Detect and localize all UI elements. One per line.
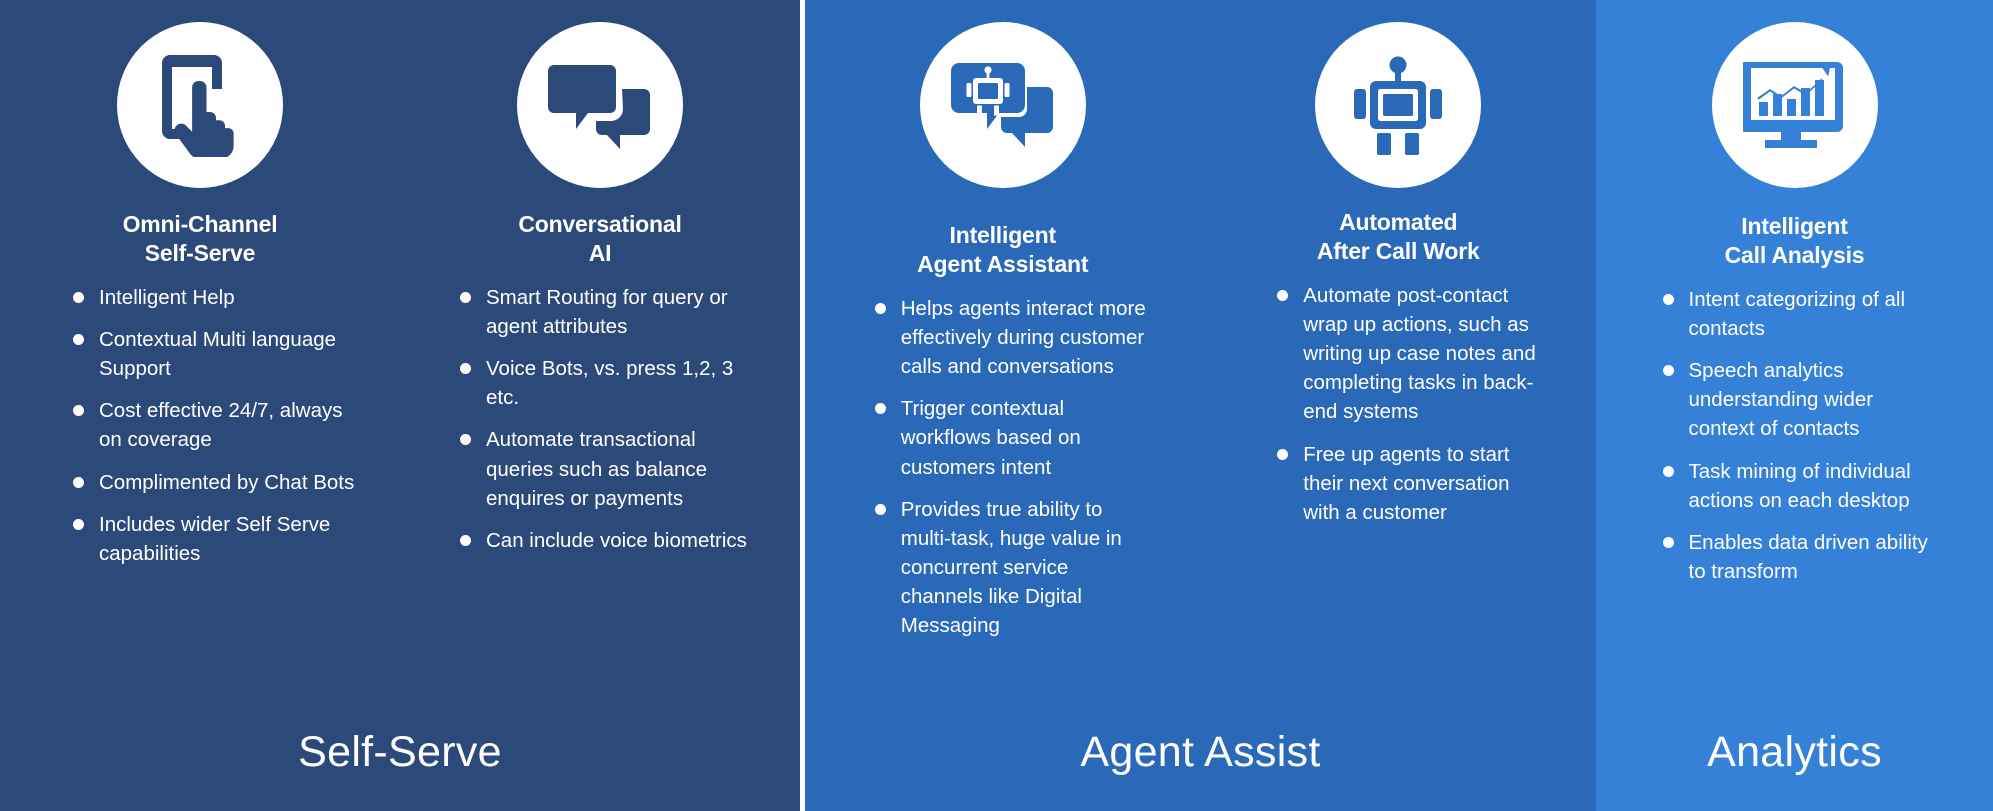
card-title: Automated After Call Work	[1317, 208, 1480, 265]
bullet-text: Complimented by Chat Bots	[99, 470, 355, 494]
list-item: Contextual Multi language Support	[69, 325, 355, 383]
bullet-text: Can include voice biometrics	[486, 528, 747, 552]
section-agent-assist: Intelligent Agent Assistant Helps agents…	[800, 0, 1596, 811]
card-title-line1: Omni-Channel	[122, 211, 278, 237]
section-self-serve-columns: Omni-Channel Self-Serve Intelligent Help…	[0, 0, 800, 654]
bullet-list: Intelligent Help Contextual Multi langua…	[45, 283, 355, 581]
bullet-text: Intelligent Help	[99, 286, 235, 310]
bullet-text: Automate transactional queries such as b…	[486, 428, 708, 510]
card-title-line2: AI	[588, 239, 612, 266]
bullet-text: Cost effective 24/7, always on coverage	[99, 399, 343, 452]
bullet-dot-icon	[1662, 365, 1674, 377]
bullet-text: Smart Routing for query or agent attribu…	[486, 286, 728, 339]
bullet-dot-icon	[874, 503, 886, 515]
section-analytics-columns: Intelligent Call Analysis Intent categor…	[1596, 0, 1993, 664]
robot-chat-bubble-icon	[919, 22, 1086, 188]
card-title-line2: After Call Work	[1316, 237, 1480, 264]
card-title-line1: Automated	[1339, 209, 1458, 235]
bullet-dot-icon	[1662, 465, 1674, 477]
bullet-list: Intent categorizing of all contacts Spee…	[1645, 285, 1945, 599]
list-item: Automate post-contact wrap up actions, s…	[1273, 281, 1541, 427]
bullet-text: Free up agents to start their next conve…	[1303, 442, 1510, 524]
bullet-dot-icon	[73, 518, 84, 530]
bullet-list: Helps agents interact more effectively d…	[853, 294, 1153, 653]
bullet-text: Task mining of individual actions on eac…	[1688, 459, 1911, 512]
section-label-self-serve: Self-Serve	[298, 728, 502, 776]
card-intelligent-call-analysis: Intelligent Call Analysis Intent categor…	[1596, 0, 1993, 599]
card-title-line2: Agent Assistant	[917, 250, 1089, 277]
list-item: Cost effective 24/7, always on coverage	[69, 396, 355, 454]
section-label-agent-assist: Agent Assist	[1080, 728, 1321, 777]
robot-icon	[1315, 22, 1482, 188]
card-intelligent-agent-assistant: Intelligent Agent Assistant Helps agents…	[805, 0, 1201, 653]
card-title-line1: Conversational	[518, 211, 682, 237]
bullet-text: Voice Bots, vs. press 1,2, 3 etc.	[486, 357, 734, 410]
list-item: Smart Routing for query or agent attribu…	[456, 283, 750, 341]
bullet-dot-icon	[73, 334, 84, 346]
section-self-serve: Omni-Channel Self-Serve Intelligent Help…	[0, 0, 800, 811]
bullet-text: Helps agents interact more effectively d…	[900, 297, 1146, 379]
list-item: Intelligent Help	[69, 283, 355, 312]
bullet-dot-icon	[460, 363, 471, 375]
card-conversational-ai: Conversational AI Smart Routing for quer…	[400, 0, 800, 568]
bullet-dot-icon	[1662, 294, 1674, 306]
section-agent-assist-columns: Intelligent Agent Assistant Helps agents…	[805, 0, 1596, 691]
list-item: Enables data driven ability to transform	[1659, 528, 1945, 586]
card-title: Intelligent Agent Assistant	[917, 221, 1088, 278]
bullet-dot-icon	[460, 292, 471, 304]
card-title-line1: Intelligent	[949, 222, 1057, 248]
section-analytics: Intelligent Call Analysis Intent categor…	[1596, 0, 1993, 811]
list-item: Helps agents interact more effectively d…	[871, 294, 1153, 381]
bullet-text: Automate post-contact wrap up actions, s…	[1303, 284, 1536, 424]
list-item: Speech analytics understanding wider con…	[1659, 356, 1945, 443]
monitor-chart-icon	[1711, 22, 1878, 188]
list-item: Automate transactional queries such as b…	[456, 425, 750, 512]
card-title-line2: Self-Serve	[144, 239, 256, 266]
card-title: Omni-Channel Self-Serve	[123, 210, 278, 267]
bullet-text: Intent categorizing of all contacts	[1688, 288, 1906, 341]
bullet-list: Smart Routing for query or agent attribu…	[450, 283, 750, 568]
bullet-dot-icon	[73, 476, 84, 488]
list-item: Task mining of individual actions on eac…	[1659, 457, 1945, 515]
bullet-dot-icon	[874, 303, 886, 315]
bullet-dot-icon	[1277, 448, 1289, 460]
section-label-analytics: Analytics	[1707, 728, 1882, 777]
bullet-dot-icon	[1277, 290, 1289, 302]
chat-bubbles-icon	[517, 22, 683, 188]
list-item: Provides true ability to multi-task, hug…	[871, 495, 1153, 641]
list-item: Trigger contextual workflows based on cu…	[871, 394, 1153, 481]
card-title-line1: Intelligent	[1741, 213, 1848, 239]
bullet-text: Provides true ability to multi-task, hug…	[900, 497, 1122, 638]
card-title-line2: Call Analysis	[1724, 241, 1865, 268]
bullet-dot-icon	[874, 403, 886, 415]
bullet-text: Enables data driven ability to transform	[1688, 530, 1928, 583]
list-item: Free up agents to start their next conve…	[1273, 440, 1541, 527]
list-item: Includes wider Self Serve capabilities	[69, 510, 355, 568]
card-automated-after-call-work: Automated After Call Work Automate post-…	[1201, 0, 1597, 540]
bullet-dot-icon	[73, 292, 84, 304]
bullet-text: Includes wider Self Serve capabilities	[99, 512, 331, 565]
bullet-text: Trigger contextual workflows based on cu…	[900, 397, 1081, 479]
list-item: Complimented by Chat Bots	[69, 468, 355, 497]
bullet-list: Automate post-contact wrap up actions, s…	[1255, 281, 1541, 540]
list-item: Voice Bots, vs. press 1,2, 3 etc.	[456, 354, 750, 412]
bullet-dot-icon	[460, 534, 471, 546]
card-omni-channel-self-serve: Omni-Channel Self-Serve Intelligent Help…	[0, 0, 400, 581]
hand-tapping-smartphone-icon	[117, 22, 283, 188]
list-item: Intent categorizing of all contacts	[1659, 285, 1945, 343]
bullet-dot-icon	[73, 405, 84, 417]
bullet-dot-icon	[460, 434, 471, 446]
bullet-text: Contextual Multi language Support	[99, 328, 337, 381]
infographic-root: Omni-Channel Self-Serve Intelligent Help…	[0, 0, 1993, 811]
card-title: Conversational AI	[518, 210, 682, 267]
list-item: Can include voice biometrics	[456, 526, 750, 555]
bullet-text: Speech analytics understanding wider con…	[1688, 359, 1874, 441]
bullet-dot-icon	[1662, 536, 1674, 548]
card-title: Intelligent Call Analysis	[1725, 212, 1865, 269]
